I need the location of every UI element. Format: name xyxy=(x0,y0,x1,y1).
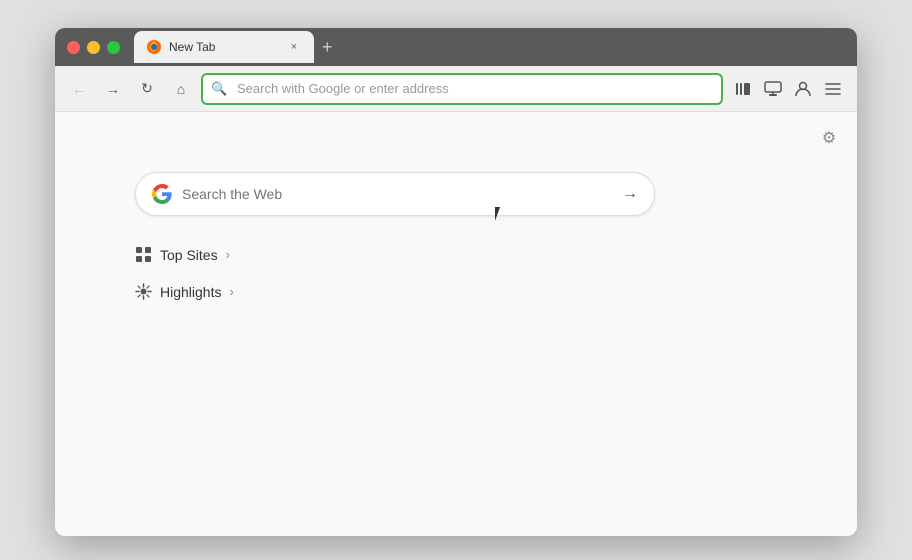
tab-title: New Tab xyxy=(169,40,279,54)
google-search-input[interactable] xyxy=(182,186,612,202)
hamburger-icon xyxy=(824,80,842,98)
top-sites-grid-icon xyxy=(135,246,152,263)
google-search-bar[interactable]: → xyxy=(135,172,655,216)
synced-tabs-button[interactable] xyxy=(759,75,787,103)
google-logo-icon xyxy=(152,184,172,204)
nav-bar: ← → ↻ ⌂ 🔍 xyxy=(55,66,857,112)
highlights-chevron-icon: › xyxy=(229,284,233,299)
forward-button[interactable]: → xyxy=(99,75,127,103)
top-sites-row[interactable]: Top Sites › xyxy=(135,246,230,263)
reload-button[interactable]: ↻ xyxy=(133,75,161,103)
title-bar: New Tab × + xyxy=(55,28,857,66)
tab-close-button[interactable]: × xyxy=(286,39,302,55)
address-bar-container: 🔍 xyxy=(201,73,723,105)
new-tab-button[interactable]: + xyxy=(314,37,341,58)
close-button[interactable] xyxy=(67,41,80,54)
highlights-sparkle-icon xyxy=(135,283,152,300)
home-icon: ⌂ xyxy=(177,81,185,97)
tab-area: New Tab × + xyxy=(134,31,845,63)
window-controls xyxy=(67,41,120,54)
highlights-row[interactable]: Highlights › xyxy=(135,283,234,300)
minimize-button[interactable] xyxy=(87,41,100,54)
reload-icon: ↻ xyxy=(141,80,153,97)
google-search-arrow-icon: → xyxy=(622,185,638,203)
highlights-label: Highlights xyxy=(160,284,221,300)
page-content: ⚙ → xyxy=(55,112,857,536)
new-tab-content: → Top Sites › xyxy=(55,112,857,320)
gear-icon: ⚙ xyxy=(822,128,836,148)
address-input[interactable] xyxy=(201,73,723,105)
library-button[interactable] xyxy=(729,75,757,103)
active-tab[interactable]: New Tab × xyxy=(134,31,314,63)
forward-icon: → xyxy=(106,81,120,97)
top-sites-label: Top Sites xyxy=(160,247,218,263)
menu-button[interactable] xyxy=(819,75,847,103)
nav-right-buttons xyxy=(729,75,847,103)
home-button[interactable]: ⌂ xyxy=(167,75,195,103)
back-icon: ← xyxy=(72,81,86,97)
browser-window: New Tab × + ← → ↻ ⌂ 🔍 xyxy=(55,28,857,536)
library-icon xyxy=(734,80,752,98)
maximize-button[interactable] xyxy=(107,41,120,54)
back-button[interactable]: ← xyxy=(65,75,93,103)
top-sites-chevron-icon: › xyxy=(226,247,230,262)
account-button[interactable] xyxy=(789,75,817,103)
synced-tabs-icon xyxy=(764,80,782,98)
firefox-favicon-icon xyxy=(146,39,162,55)
settings-gear-button[interactable]: ⚙ xyxy=(815,124,843,152)
account-icon xyxy=(794,80,812,98)
address-search-icon: 🔍 xyxy=(211,81,227,97)
